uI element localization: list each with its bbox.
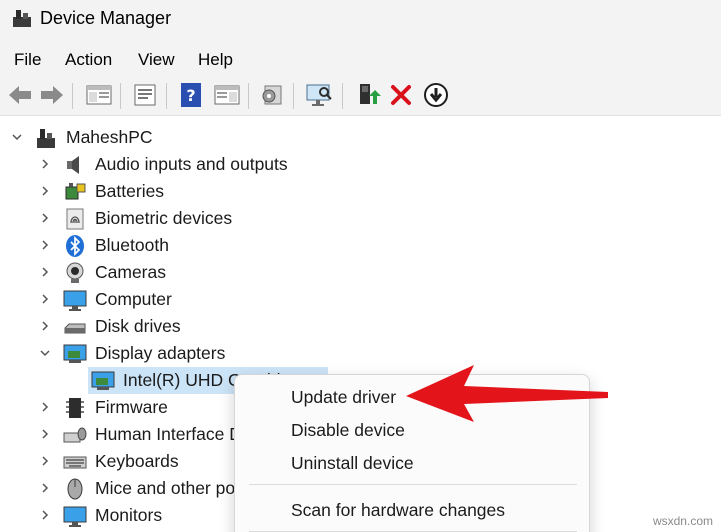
tree-item-batteries[interactable]: Batteries: [0, 178, 721, 205]
computer-tower-icon: [37, 129, 55, 148]
toolbar-separator: [166, 83, 167, 109]
tree-root[interactable]: MaheshPC: [0, 124, 721, 151]
chevron-right-icon[interactable]: [38, 211, 52, 225]
back-button[interactable]: [5, 80, 35, 110]
speaker-icon: [67, 156, 79, 174]
action-pane-icon: [214, 85, 240, 105]
display-adapter-icon: [91, 371, 115, 390]
monitor-scan-icon: [306, 84, 332, 106]
forward-arrow-icon: [41, 86, 63, 104]
chevron-right-icon[interactable]: [38, 400, 52, 414]
tree-item-label: Batteries: [95, 181, 165, 201]
chip-icon: [66, 398, 84, 418]
chevron-right-icon[interactable]: [38, 481, 52, 495]
tree-item-biometric[interactable]: Biometric devices: [0, 205, 721, 232]
enable-device-icon: [360, 84, 381, 104]
action-pane-button[interactable]: [212, 80, 242, 110]
tree-item-computer[interactable]: Computer: [0, 286, 721, 313]
device-manager-icon: [13, 10, 31, 27]
tree-item-label: Monitors: [95, 505, 163, 525]
help-icon: ?: [181, 83, 201, 107]
disable-device-toolbar-button[interactable]: [421, 80, 451, 110]
chevron-right-icon[interactable]: [38, 427, 52, 441]
tree-item-label: Keyboards: [95, 451, 179, 471]
monitor-icon: [63, 506, 87, 527]
keyboard-icon: [63, 456, 87, 469]
menu-view[interactable]: View: [138, 50, 175, 70]
chevron-right-icon[interactable]: [38, 184, 52, 198]
update-driver-menu-item[interactable]: Update driver: [291, 387, 396, 408]
tree-item-cameras[interactable]: Cameras: [0, 259, 721, 286]
menu-action[interactable]: Action: [65, 50, 112, 70]
show-hide-tree-button[interactable]: [84, 80, 114, 110]
menu-help[interactable]: Help: [198, 50, 233, 70]
tree-item-label: Computer: [95, 289, 172, 309]
properties-icon: [134, 84, 156, 106]
tree-item-display-adapters[interactable]: Display adapters: [0, 340, 721, 367]
title-bar: Device Manager: [0, 0, 721, 40]
update-driver-toolbar-button[interactable]: [257, 80, 287, 110]
tree-item-label: Display adapters: [95, 343, 226, 363]
chevron-down-icon[interactable]: [10, 130, 24, 144]
toolbar-separator: [248, 83, 249, 109]
disk-drive-icon: [64, 323, 86, 334]
menu-file[interactable]: File: [14, 50, 41, 70]
bluetooth-icon: [66, 235, 84, 257]
back-arrow-icon: [9, 86, 31, 104]
red-pointer-arrow: [406, 365, 608, 422]
fingerprint-icon: [66, 208, 84, 230]
webcam-icon: [66, 262, 84, 283]
chevron-right-icon[interactable]: [38, 265, 52, 279]
watermark: wsxdn.com: [652, 514, 713, 528]
monitor-icon: [63, 290, 87, 311]
tree-item-bluetooth[interactable]: Bluetooth: [0, 232, 721, 259]
chevron-right-icon[interactable]: [38, 319, 52, 333]
scan-hardware-menu-item[interactable]: Scan for hardware changes: [291, 500, 505, 521]
display-adapter-icon: [63, 344, 87, 363]
red-x-icon: [391, 85, 411, 105]
mouse-icon: [67, 478, 83, 500]
tree-item-label: Cameras: [95, 262, 166, 282]
console-tree-icon: [86, 85, 112, 105]
toolbar-separator: [293, 83, 294, 109]
keyboard-mouse-icon: [63, 427, 87, 443]
tree-item-audio[interactable]: Audio inputs and outputs: [0, 151, 721, 178]
chevron-right-icon[interactable]: [38, 157, 52, 171]
window-title: Device Manager: [40, 8, 172, 28]
toolbar-separator: [72, 83, 73, 109]
toolbar-separator: [342, 83, 343, 109]
battery-icon: [65, 183, 86, 200]
toolbar: ?: [0, 76, 721, 116]
svg-text:?: ?: [186, 86, 195, 105]
chevron-right-icon[interactable]: [38, 292, 52, 306]
tree-item-label: Audio inputs and outputs: [95, 154, 288, 174]
hardware-update-icon: [262, 85, 282, 105]
properties-button[interactable]: [130, 80, 160, 110]
tree-item-label: Disk drives: [95, 316, 181, 336]
download-circle-icon: [424, 83, 448, 107]
chevron-down-icon[interactable]: [38, 346, 52, 360]
uninstall-device-toolbar-button[interactable]: [386, 80, 416, 110]
menu-bar: File Action View Help: [0, 40, 721, 76]
forward-button[interactable]: [37, 80, 67, 110]
tree-item-label: Bluetooth: [95, 235, 169, 255]
uninstall-device-menu-item[interactable]: Uninstall device: [291, 453, 414, 474]
disable-device-menu-item[interactable]: Disable device: [291, 420, 405, 441]
chevron-right-icon[interactable]: [38, 454, 52, 468]
toolbar-separator: [120, 83, 121, 109]
tree-item-label: Firmware: [95, 397, 168, 417]
scan-hardware-toolbar-button[interactable]: [304, 80, 334, 110]
enable-device-toolbar-button[interactable]: [353, 80, 383, 110]
tree-item-disk-drives[interactable]: Disk drives: [0, 313, 721, 340]
tree-root-label: MaheshPC: [66, 127, 153, 147]
help-button[interactable]: ?: [176, 80, 206, 110]
chevron-right-icon[interactable]: [38, 508, 52, 522]
tree-item-label: Biometric devices: [95, 208, 233, 228]
chevron-right-icon[interactable]: [38, 238, 52, 252]
context-menu-separator: [249, 484, 577, 485]
